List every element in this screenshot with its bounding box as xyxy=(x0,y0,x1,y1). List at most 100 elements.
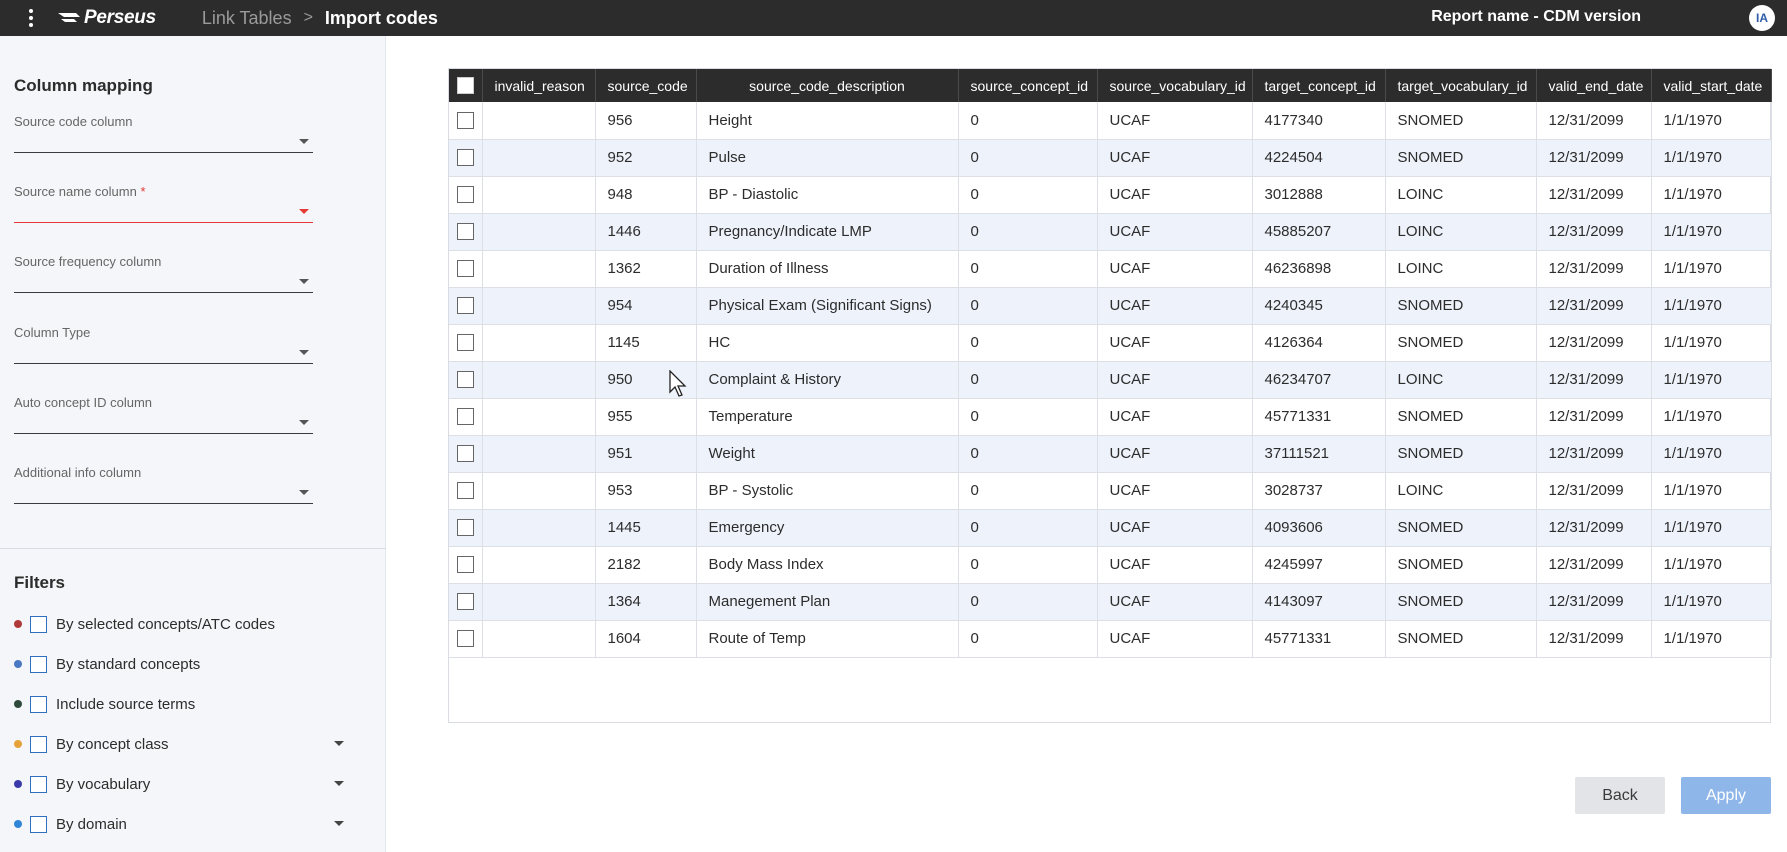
apply-button[interactable]: Apply xyxy=(1681,777,1771,814)
table-row[interactable]: 955 Temperature 0 UCAF 45771331 SNOMED 12/31/2… xyxy=(449,398,1772,436)
row-checkbox[interactable] xyxy=(456,149,474,167)
mapping-field-label-text: Auto concept ID column xyxy=(14,395,153,410)
row-select-cell xyxy=(449,472,483,510)
chevron-down-icon[interactable] xyxy=(299,209,309,214)
menu-kebab-icon[interactable] xyxy=(22,9,40,27)
column-header-target_concept_id[interactable]: target_concept_id xyxy=(1252,69,1386,102)
filter-checkbox[interactable] xyxy=(30,695,47,713)
filter-checkbox[interactable] xyxy=(30,775,47,793)
row-checkbox[interactable] xyxy=(456,371,474,389)
back-button[interactable]: Back xyxy=(1575,777,1665,814)
chevron-down-icon[interactable] xyxy=(299,139,309,144)
filter-item-1[interactable]: By standard concepts xyxy=(14,653,344,675)
mapping-field-2[interactable]: Source frequency column xyxy=(14,254,313,298)
column-header-source_code_description[interactable]: source_code_description xyxy=(696,69,959,102)
row-checkbox[interactable] xyxy=(456,186,474,204)
filter-item-5[interactable]: By domain xyxy=(14,813,344,835)
chevron-down-icon[interactable] xyxy=(299,279,309,284)
mapping-field-4[interactable]: Auto concept ID column xyxy=(14,395,313,439)
row-select-cell xyxy=(449,620,483,658)
row-checkbox[interactable] xyxy=(456,519,474,537)
filter-item-0[interactable]: By selected concepts/ATC codes xyxy=(14,613,344,635)
table-row[interactable]: 954 Physical Exam (Significant Signs) 0 UCA… xyxy=(449,287,1772,325)
chevron-down-icon[interactable] xyxy=(299,420,309,425)
cell-source_vocabulary_id: UCAF xyxy=(1097,583,1253,621)
cell-target_vocabulary_id: SNOMED xyxy=(1385,139,1537,177)
filter-item-3[interactable]: By concept class xyxy=(14,733,344,755)
table-row[interactable]: 953 BP - Systolic 0 UCAF 3028737 LOINC 12/31/2… xyxy=(449,472,1772,510)
column-header-source_code[interactable]: source_code xyxy=(595,69,697,102)
select-all-checkbox[interactable] xyxy=(456,77,474,95)
filter-checkbox[interactable] xyxy=(30,615,47,633)
chevron-down-icon[interactable] xyxy=(299,350,309,355)
table-row[interactable]: 952 Pulse 0 UCAF 4224504 SNOMED 12/31/2099 1/1/… xyxy=(449,139,1772,177)
sidebar-divider xyxy=(0,548,386,549)
app-logo[interactable]: Perseus xyxy=(56,7,156,29)
perseus-logo-icon xyxy=(58,13,80,22)
chevron-down-icon[interactable] xyxy=(334,741,344,746)
table-row[interactable]: 1604 Route of Temp 0 UCAF 45771331 SNOMED 12/3… xyxy=(449,620,1772,658)
table-row[interactable]: 2182 Body Mass Index 0 UCAF 4245997 SNOMED 12/… xyxy=(449,546,1772,584)
column-header-source_concept_id[interactable]: source_concept_id xyxy=(958,69,1098,102)
cell-valid_end_date: 12/31/2099 xyxy=(1536,620,1652,658)
cell-invalid_reason xyxy=(482,213,596,251)
table-row[interactable]: 948 BP - Diastolic 0 UCAF 3012888 LOINC 12/31/… xyxy=(449,176,1772,214)
chevron-down-icon[interactable] xyxy=(299,490,309,495)
table-row[interactable]: 956 Height 0 UCAF 4177340 SNOMED 12/31/2099 1/1… xyxy=(449,102,1772,140)
mapping-field-3[interactable]: Column Type xyxy=(14,325,313,369)
cell-source_code_description: Duration of Illness xyxy=(696,250,959,288)
table-row[interactable]: 1364 Manegement Plan 0 UCAF 4143097 SNOMED 12/… xyxy=(449,583,1772,621)
cell-valid_end_date: 12/31/2099 xyxy=(1536,546,1652,584)
table-row[interactable]: 950 Complaint & History 0 UCAF 46234707 LOINC… xyxy=(449,361,1772,399)
cell-target_concept_id: 4126364 xyxy=(1252,324,1386,362)
filter-checkbox[interactable] xyxy=(30,815,47,833)
cell-valid_end_date: 12/31/2099 xyxy=(1536,213,1652,251)
column-header-valid_end_date[interactable]: valid_end_date xyxy=(1536,69,1652,102)
row-checkbox[interactable] xyxy=(456,630,474,648)
column-header-valid_start_date[interactable]: valid_start_date xyxy=(1651,69,1772,102)
filter-color-dot xyxy=(14,740,22,748)
row-checkbox[interactable] xyxy=(456,445,474,463)
table-row[interactable]: 1362 Duration of Illness 0 UCAF 46236898 LOIN… xyxy=(449,250,1772,288)
filter-item-4[interactable]: By vocabulary xyxy=(14,773,344,795)
table-row[interactable]: 1446 Pregnancy/Indicate LMP 0 UCAF 45885207 L… xyxy=(449,213,1772,251)
column-header-invalid_reason[interactable]: invalid_reason xyxy=(482,69,596,102)
mapping-field-0[interactable]: Source code column xyxy=(14,114,313,158)
row-checkbox[interactable] xyxy=(456,593,474,611)
cell-source_code_description: Manegement Plan xyxy=(696,583,959,621)
cell-target_vocabulary_id: SNOMED xyxy=(1385,324,1537,362)
column-header-target_vocabulary_id[interactable]: target_vocabulary_id xyxy=(1385,69,1537,102)
cell-source_code: 952 xyxy=(595,139,697,177)
cell-target_concept_id: 46234707 xyxy=(1252,361,1386,399)
cell-source_code: 1445 xyxy=(595,509,697,547)
cell-source_vocabulary_id: UCAF xyxy=(1097,435,1253,473)
column-header-source_vocabulary_id[interactable]: source_vocabulary_id xyxy=(1097,69,1253,102)
filter-checkbox[interactable] xyxy=(30,735,47,753)
chevron-down-icon[interactable] xyxy=(334,821,344,826)
report-name: Report name - CDM version xyxy=(1431,8,1641,25)
row-checkbox[interactable] xyxy=(456,223,474,241)
breadcrumb-link-tables[interactable]: Link Tables xyxy=(202,8,292,29)
table-row[interactable]: 951 Weight 0 UCAF 37111521 SNOMED 12/31/2099 1/… xyxy=(449,435,1772,473)
row-checkbox[interactable] xyxy=(456,260,474,278)
user-avatar[interactable]: IA xyxy=(1749,5,1775,31)
chevron-down-icon[interactable] xyxy=(334,781,344,786)
required-marker: * xyxy=(140,184,146,199)
table-row[interactable]: 1145 HC 0 UCAF 4126364 SNOMED 12/31/2099 1/1/19… xyxy=(449,324,1772,362)
filter-checkbox[interactable] xyxy=(30,655,47,673)
cell-valid_start_date: 1/1/1970 xyxy=(1651,361,1772,399)
cell-target_concept_id: 46236898 xyxy=(1252,250,1386,288)
row-checkbox[interactable] xyxy=(456,297,474,315)
mapping-field-1[interactable]: Source name column * xyxy=(14,184,313,228)
row-checkbox[interactable] xyxy=(456,112,474,130)
row-checkbox[interactable] xyxy=(456,334,474,352)
filter-item-2[interactable]: Include source terms xyxy=(14,693,344,715)
row-checkbox[interactable] xyxy=(456,482,474,500)
mapping-field-5[interactable]: Additional info column xyxy=(14,465,313,509)
row-checkbox[interactable] xyxy=(456,556,474,574)
row-checkbox[interactable] xyxy=(456,408,474,426)
cell-source_code_description: Pregnancy/Indicate LMP xyxy=(696,213,959,251)
cell-valid_start_date: 1/1/1970 xyxy=(1651,287,1772,325)
cell-source_code: 1362 xyxy=(595,250,697,288)
table-row[interactable]: 1445 Emergency 0 UCAF 4093606 SNOMED 12/31/209… xyxy=(449,509,1772,547)
